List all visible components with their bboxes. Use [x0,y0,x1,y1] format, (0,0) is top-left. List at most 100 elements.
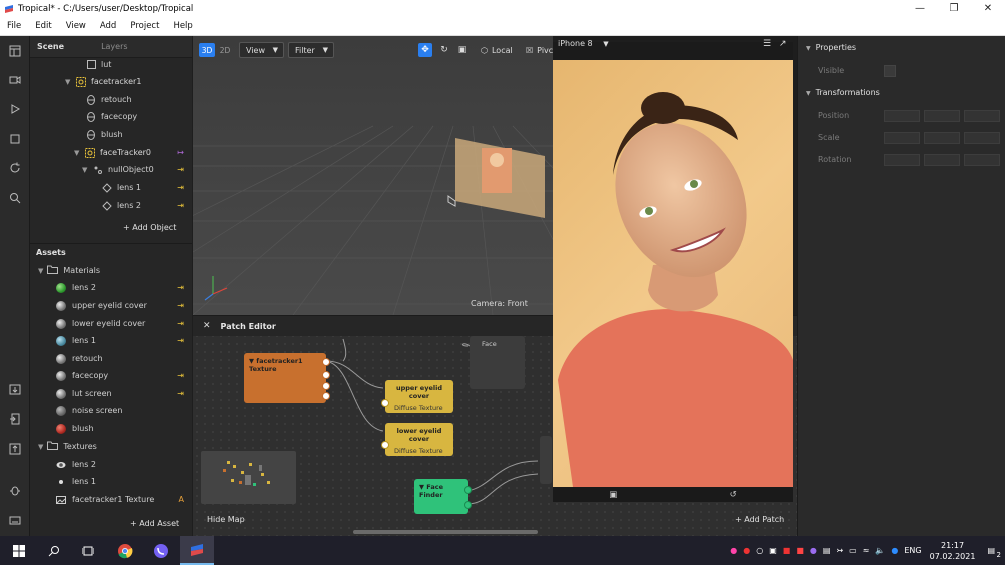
pin-icon[interactable]: ⇥ [177,165,184,174]
tray-app-icon[interactable]: ● [810,546,817,555]
scale-z-field[interactable] [964,132,1000,144]
pin-icon[interactable]: ⇥ [177,301,184,310]
simulator-panel[interactable]: iPhone 8 ▼ ☰ ↗ ▣ ↺ [553,39,793,502]
add-object-button[interactable]: + Add Object [123,223,176,232]
notifications-icon[interactable]: ▤ 2 [987,546,1001,559]
task-view-icon[interactable] [71,536,105,565]
tray-app-icon[interactable]: ▣ [769,546,777,555]
node-port[interactable] [381,399,389,407]
upload-icon[interactable] [8,442,22,456]
material-blush[interactable]: blush [56,420,192,437]
pin-icon[interactable]: ⇥ [177,283,184,292]
debug-icon[interactable] [8,483,22,497]
keyboard-icon[interactable] [8,513,22,527]
menu-project[interactable]: Project [123,21,166,31]
node-port[interactable] [322,392,330,400]
tray-app-icon[interactable]: ○ [756,546,763,555]
texture-node[interactable]: ▼ facetracker1 Texture [244,353,326,403]
windows-start-icon[interactable] [2,536,36,565]
lower-eyelid-node[interactable]: lower eyelid cover Diffuse Texture [385,423,453,456]
minimize-button[interactable]: — [903,0,937,17]
hide-map-button[interactable]: Hide Map [207,515,245,524]
menu-icon[interactable]: ☰ [763,39,771,49]
material-lut-screen[interactable]: lut screen ⇥ [56,385,192,402]
pin-icon[interactable]: ⇥ [177,371,184,380]
zoom-icon[interactable]: ● [891,546,898,555]
tray-app-icon[interactable]: ● [730,546,737,555]
video-icon[interactable] [8,73,22,87]
upper-eyelid-node[interactable]: upper eyelid cover Diffuse Texture [385,380,453,413]
chevron-down-icon[interactable]: ▼ [74,149,79,157]
language-indicator[interactable]: ENG [904,546,921,555]
tray-app-icon[interactable]: ■ [796,546,804,555]
horizontal-scrollbar[interactable] [353,530,538,534]
search-icon[interactable] [37,536,71,565]
material-retouch[interactable]: retouch [56,350,192,367]
node-port[interactable] [322,371,330,379]
mode-3d-button[interactable]: 3D [199,43,215,57]
device-selector[interactable]: iPhone 8 ▼ [558,39,609,48]
viewport[interactable]: 3D 2D View ▼ Filter ▼ ✥ ↻ ▣ ⬡ Local ☒ Pivc C… [193,36,553,315]
node-port[interactable] [322,358,330,366]
tree-item-facecopy[interactable]: facecopy [86,108,137,125]
add-patch-button[interactable]: + Add Patch [735,515,784,524]
wifi-icon[interactable]: ≈ [863,546,870,555]
materials-folder[interactable]: ▼ Materials [38,262,100,279]
texture-facetracker1-texture[interactable]: facetracker1 Texture A [56,491,192,508]
stop-icon[interactable] [8,132,22,146]
material-upper-eyelid-cover[interactable]: upper eyelid cover ⇥ [56,297,192,314]
popout-icon[interactable]: ↗ [779,39,787,49]
position-x-field[interactable] [884,110,920,122]
tree-item-lut[interactable]: lut [86,56,111,73]
battery-icon[interactable]: ▭ [849,546,857,555]
play-icon[interactable] [8,102,22,116]
close-button[interactable]: ✕ [971,0,1005,17]
position-y-field[interactable] [924,110,960,122]
position-z-field[interactable] [964,110,1000,122]
rotation-x-field[interactable] [884,154,920,166]
node-port[interactable] [464,486,472,494]
scale-x-field[interactable] [884,132,920,144]
menu-help[interactable]: Help [166,21,199,31]
tray-app-icon[interactable]: ↣ [836,546,843,555]
pin-icon[interactable]: ⇥ [177,201,184,210]
material-lower-eyelid-cover[interactable]: lower eyelid cover ⇥ [56,315,192,332]
node-port[interactable] [464,501,472,509]
texture-lens2[interactable]: lens 2 [56,456,192,473]
material-noise-screen[interactable]: noise screen [56,402,192,419]
pin-icon[interactable]: ⇥ [177,389,184,398]
material-facecopy[interactable]: facecopy ⇥ [56,367,192,384]
transformations-header[interactable]: ▼ Transformations [806,88,880,97]
menu-view[interactable]: View [59,21,93,31]
tab-scene[interactable]: Scene [30,42,71,51]
chevron-down-icon[interactable]: ▼ [65,78,70,86]
viber-icon[interactable] [144,536,178,565]
rotate-device-icon[interactable]: ↺ [730,490,737,500]
patch-minimap[interactable] [201,451,296,504]
volume-icon[interactable]: 🔈 [875,546,885,555]
add-asset-button[interactable]: + Add Asset [130,519,179,528]
chevron-down-icon[interactable]: ▼ [38,267,43,275]
mode-2d-button[interactable]: 2D [217,43,233,57]
face-finder-node[interactable]: ▼ Face Finder [414,479,468,514]
pin-icon[interactable]: ⇥ [177,183,184,192]
export-icon[interactable] [8,412,22,426]
menu-edit[interactable]: Edit [28,21,58,31]
tray-app-icon[interactable]: ■ [783,546,791,555]
node-port[interactable] [322,382,330,390]
rotation-y-field[interactable] [924,154,960,166]
rotation-z-field[interactable] [964,154,1000,166]
chevron-down-icon[interactable]: ▼ [38,443,43,451]
face-node[interactable]: Face [470,336,525,389]
tab-layers[interactable]: Layers [71,42,134,51]
filter-dropdown[interactable]: Filter ▼ [288,42,334,58]
layout-icon[interactable] [8,44,22,58]
search-icon[interactable] [8,191,22,205]
tree-item-retouch[interactable]: retouch [86,91,132,108]
menu-file[interactable]: File [0,21,28,31]
screenshot-icon[interactable]: ▣ [609,490,617,500]
material-lens2[interactable]: lens 2 ⇥ [56,279,192,296]
visible-checkbox[interactable] [884,65,896,77]
tray-app-icon[interactable]: ● [743,546,750,555]
tree-item-blush[interactable]: blush [86,126,123,143]
